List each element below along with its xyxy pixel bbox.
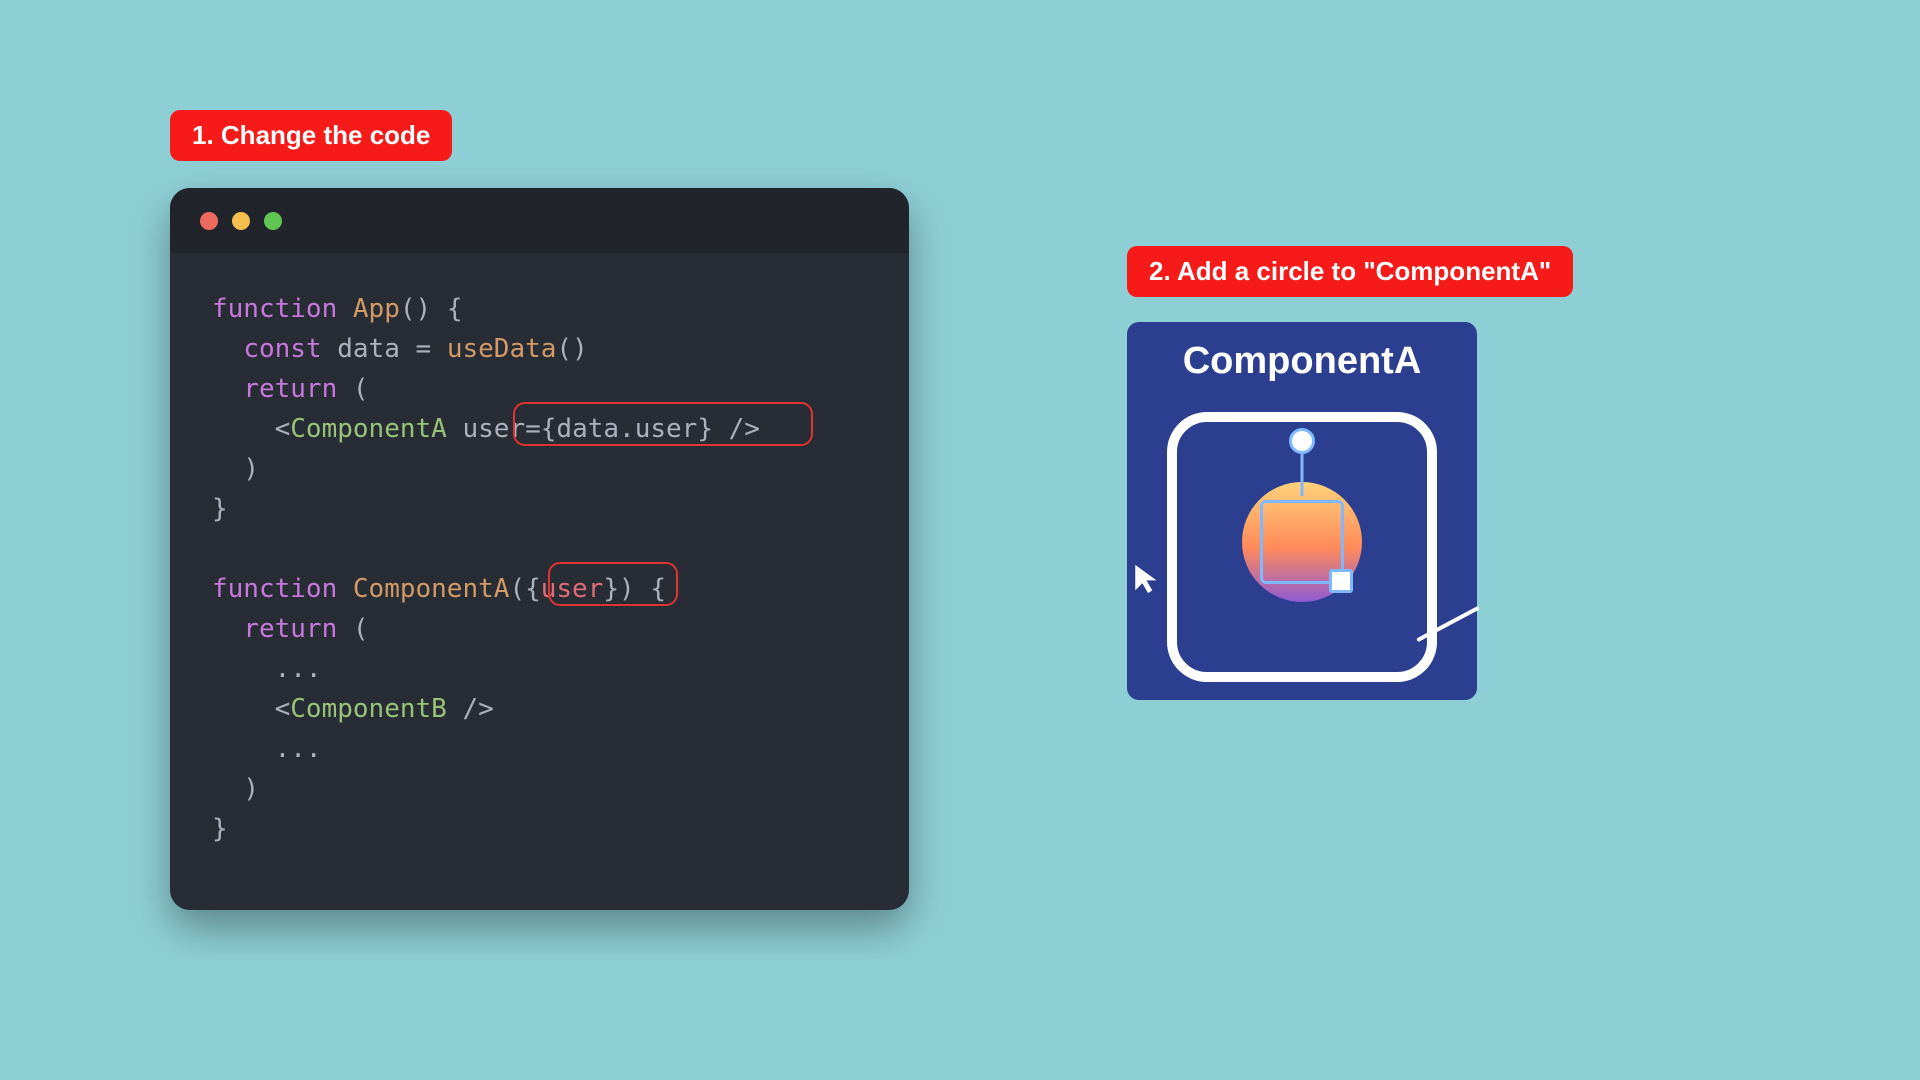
close-icon[interactable] bbox=[200, 212, 218, 230]
connector-line-icon bbox=[1301, 454, 1304, 496]
step-badge-2: 2. Add a circle to "ComponentA" bbox=[1127, 246, 1573, 297]
selection-rect-icon[interactable] bbox=[1260, 500, 1344, 584]
node-handle-icon[interactable] bbox=[1289, 428, 1315, 454]
param-user: user bbox=[541, 574, 604, 604]
minimize-icon[interactable] bbox=[232, 212, 250, 230]
function-name-app: App bbox=[353, 294, 400, 324]
jsx-tag-componentb: ComponentB bbox=[290, 694, 447, 724]
window-titlebar bbox=[170, 188, 909, 253]
keyword-function: function bbox=[212, 294, 337, 324]
keyword-return: return bbox=[243, 374, 337, 404]
cursor-icon bbox=[1131, 562, 1165, 596]
component-card: ComponentA bbox=[1127, 322, 1477, 700]
code-editor-window: function App() { const data = useData() … bbox=[170, 188, 909, 910]
resize-handle-icon[interactable] bbox=[1329, 569, 1353, 593]
maximize-icon[interactable] bbox=[264, 212, 282, 230]
component-title: ComponentA bbox=[1183, 340, 1422, 383]
function-name-componenta: ComponentA bbox=[353, 574, 510, 604]
step-badge-1: 1. Change the code bbox=[170, 110, 452, 161]
code-block: function App() { const data = useData() … bbox=[170, 253, 909, 885]
keyword-const: const bbox=[243, 334, 321, 364]
component-canvas[interactable] bbox=[1167, 412, 1437, 682]
jsx-tag-componenta: ComponentA bbox=[290, 414, 447, 444]
